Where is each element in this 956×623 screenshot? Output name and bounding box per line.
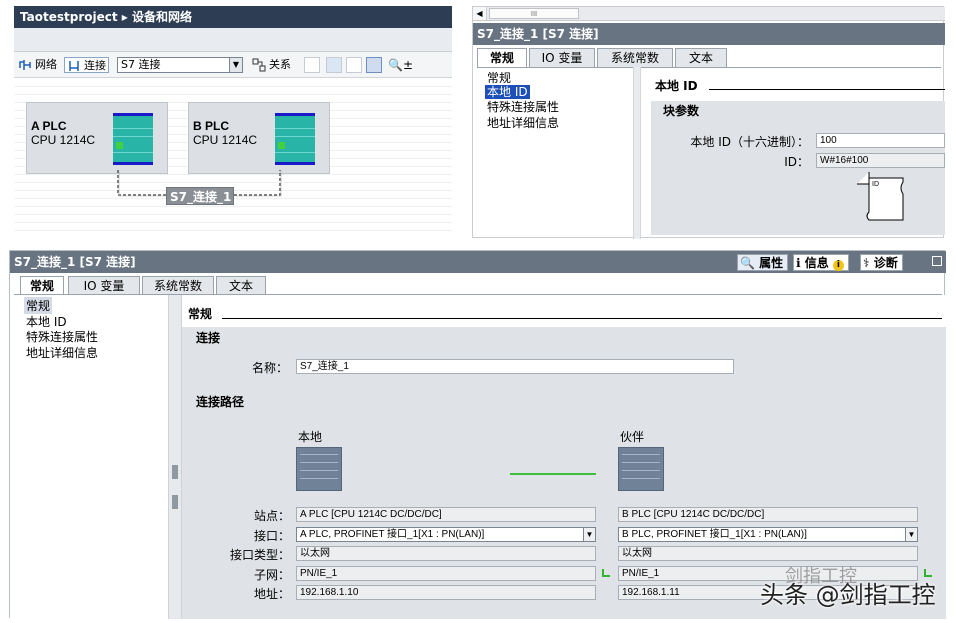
network-button-label: 网络 — [35, 58, 57, 71]
collapse-icon[interactable] — [932, 256, 942, 266]
horizontal-scrollbar[interactable]: ◀ III — [473, 7, 945, 21]
partner-interface-select[interactable]: B PLC, PROFINET 接口_1[X1 : PN(LAN)] ▼ — [618, 527, 918, 542]
tab-properties[interactable]: 🔍 属性 — [737, 254, 789, 271]
tab-general[interactable]: 常规 — [20, 276, 64, 296]
tab-text[interactable]: 文本 — [675, 48, 727, 68]
nav-local-id[interactable]: 本地 ID — [485, 85, 530, 99]
properties-label: 属性 — [759, 256, 784, 270]
nav-special-props[interactable]: 特殊连接属性 — [487, 100, 559, 114]
connection-type-select[interactable]: S7 连接 ▼ — [117, 57, 243, 73]
zoom-in-icon[interactable]: 🔍± — [388, 57, 413, 73]
grid-icon[interactable] — [326, 57, 342, 73]
tab-info[interactable]: ℹ 信息 i — [793, 254, 849, 271]
property-nav: 常规 本地 ID 特殊连接属性 地址详细信息 — [10, 295, 170, 619]
chevron-down-icon[interactable]: ▼ — [229, 58, 242, 72]
id-field: W#16#100 — [816, 153, 945, 168]
relation-button[interactable]: 关系 — [252, 57, 291, 73]
tab-io-tags[interactable]: IO 变量 — [68, 276, 140, 296]
network-canvas: A PLC CPU 1214C B PLC CPU 1214C S7_连接_1 — [14, 79, 452, 234]
block-pin-label: ID — [872, 181, 879, 188]
network-button[interactable]: 网络 — [18, 57, 57, 73]
properties-icon: 🔍 — [740, 256, 755, 270]
local-station-field: A PLC [CPU 1214C DC/DC/DC] — [296, 507, 596, 522]
partner-device-icon — [618, 447, 664, 491]
tab-general[interactable]: 常规 — [477, 48, 527, 68]
station-label: 站点： — [253, 509, 290, 523]
local-id-field[interactable]: 100 — [816, 133, 945, 148]
local-iface-type-field: 以太网 — [296, 546, 596, 561]
subsection-heading: 块参数 — [663, 104, 700, 118]
diagnostics-icon: ⚕ — [863, 256, 870, 270]
connect-button[interactable]: 连接 — [64, 57, 109, 73]
name-input[interactable]: S7_连接_1 — [296, 359, 734, 374]
local-interface-value: A PLC, PROFINET 接口_1[X1 : PN(LAN)] — [300, 529, 485, 540]
info-icon: ℹ — [796, 256, 801, 270]
connect-button-label: 连接 — [84, 59, 106, 72]
splitter-handle-icon[interactable] — [172, 465, 178, 479]
tab-text[interactable]: 文本 — [216, 276, 266, 296]
partner-iface-type-field: 以太网 — [618, 546, 918, 561]
watermark-text: 头条 @剑指工控 — [760, 581, 936, 609]
local-heading: 本地 — [298, 430, 323, 444]
network-view-title: Taotestproject ▸ 设备和网络 — [14, 6, 452, 28]
iface-type-label: 接口类型： — [229, 548, 290, 562]
scroll-thumb[interactable]: III — [489, 8, 579, 19]
nav-address-details[interactable]: 地址详细信息 — [26, 344, 98, 361]
local-address-field: 192.168.1.10 — [296, 585, 596, 600]
id-label: ID： — [784, 155, 809, 169]
nav-splitter[interactable] — [168, 295, 182, 619]
section-heading: 常规 — [188, 307, 213, 321]
tab-io-tags[interactable]: IO 变量 — [529, 48, 595, 68]
connection-label[interactable]: S7_连接_1 — [166, 187, 234, 205]
local-interface-select[interactable]: A PLC, PROFINET 接口_1[X1 : PN(LAN)] ▼ — [296, 527, 596, 542]
connection-link-line — [510, 473, 596, 475]
address-label: 地址： — [253, 587, 290, 601]
local-subnet-field: PN/IE_1 — [296, 566, 596, 581]
network-view-tabstrip — [14, 28, 452, 52]
tab-system-constants[interactable]: 系统常数 — [142, 276, 214, 296]
local-device-icon — [296, 447, 342, 491]
section-heading: 本地 ID — [655, 79, 698, 93]
splitter-handle-icon[interactable] — [172, 495, 178, 509]
layout-icon[interactable] — [346, 57, 362, 73]
panel-title: S7_连接_1 [S7 连接] — [473, 23, 945, 45]
nav-general[interactable]: 常规 — [24, 297, 53, 314]
tab-system-constants[interactable]: 系统常数 — [597, 48, 673, 68]
nav-splitter[interactable] — [633, 67, 641, 239]
connect-icon — [69, 61, 79, 71]
function-block-icon — [857, 172, 904, 221]
scroll-left-icon[interactable]: ◀ — [473, 7, 487, 20]
subnet-label: 子网： — [253, 568, 290, 582]
partner-interface-value: B PLC, PROFINET 接口_1[X1 : PN(LAN)] — [622, 529, 807, 540]
nav-special-props[interactable]: 特殊连接属性 — [26, 328, 98, 345]
relation-icon — [252, 58, 266, 72]
nav-general[interactable]: 常规 — [487, 71, 511, 85]
table-icon[interactable] — [304, 57, 320, 73]
interface-label: 接口： — [253, 529, 290, 543]
nav-address-details[interactable]: 地址详细信息 — [487, 116, 559, 130]
local-id-panel: ◀ III S7_连接_1 [S7 连接] 常规 IO 变量 系统常数 文本 常… — [472, 6, 945, 239]
partner-station-field: B PLC [CPU 1214C DC/DC/DC] — [618, 507, 918, 522]
tab-diagnostics[interactable]: ⚕ 诊断 — [860, 254, 903, 271]
name-label: 名称： — [251, 361, 288, 375]
partner-heading: 伙伴 — [620, 430, 645, 444]
network-icon — [19, 60, 31, 70]
chevron-down-icon[interactable]: ▼ — [905, 528, 917, 541]
relation-button-label: 关系 — [269, 58, 291, 71]
network-toolbar: 网络 连接 S7 连接 ▼ 关系 🔍± — [14, 52, 452, 78]
connection-type-value: S7 连接 — [121, 58, 161, 71]
diagnostics-label: 诊断 — [873, 256, 898, 270]
subnet-connected-icon — [602, 569, 610, 577]
path-heading: 连接路径 — [196, 395, 245, 409]
info-badge-icon: i — [832, 260, 844, 271]
local-id-label: 本地 ID（十六进制）： — [690, 135, 809, 149]
chevron-down-icon[interactable]: ▼ — [583, 528, 595, 541]
connection-heading: 连接 — [196, 331, 221, 345]
split-view-icon[interactable] — [366, 57, 382, 73]
info-label: 信息 — [804, 256, 829, 270]
connection-line[interactable] — [14, 79, 452, 234]
network-view-panel: Taotestproject ▸ 设备和网络 网络 连接 S7 连接 ▼ 关系 … — [14, 6, 452, 234]
